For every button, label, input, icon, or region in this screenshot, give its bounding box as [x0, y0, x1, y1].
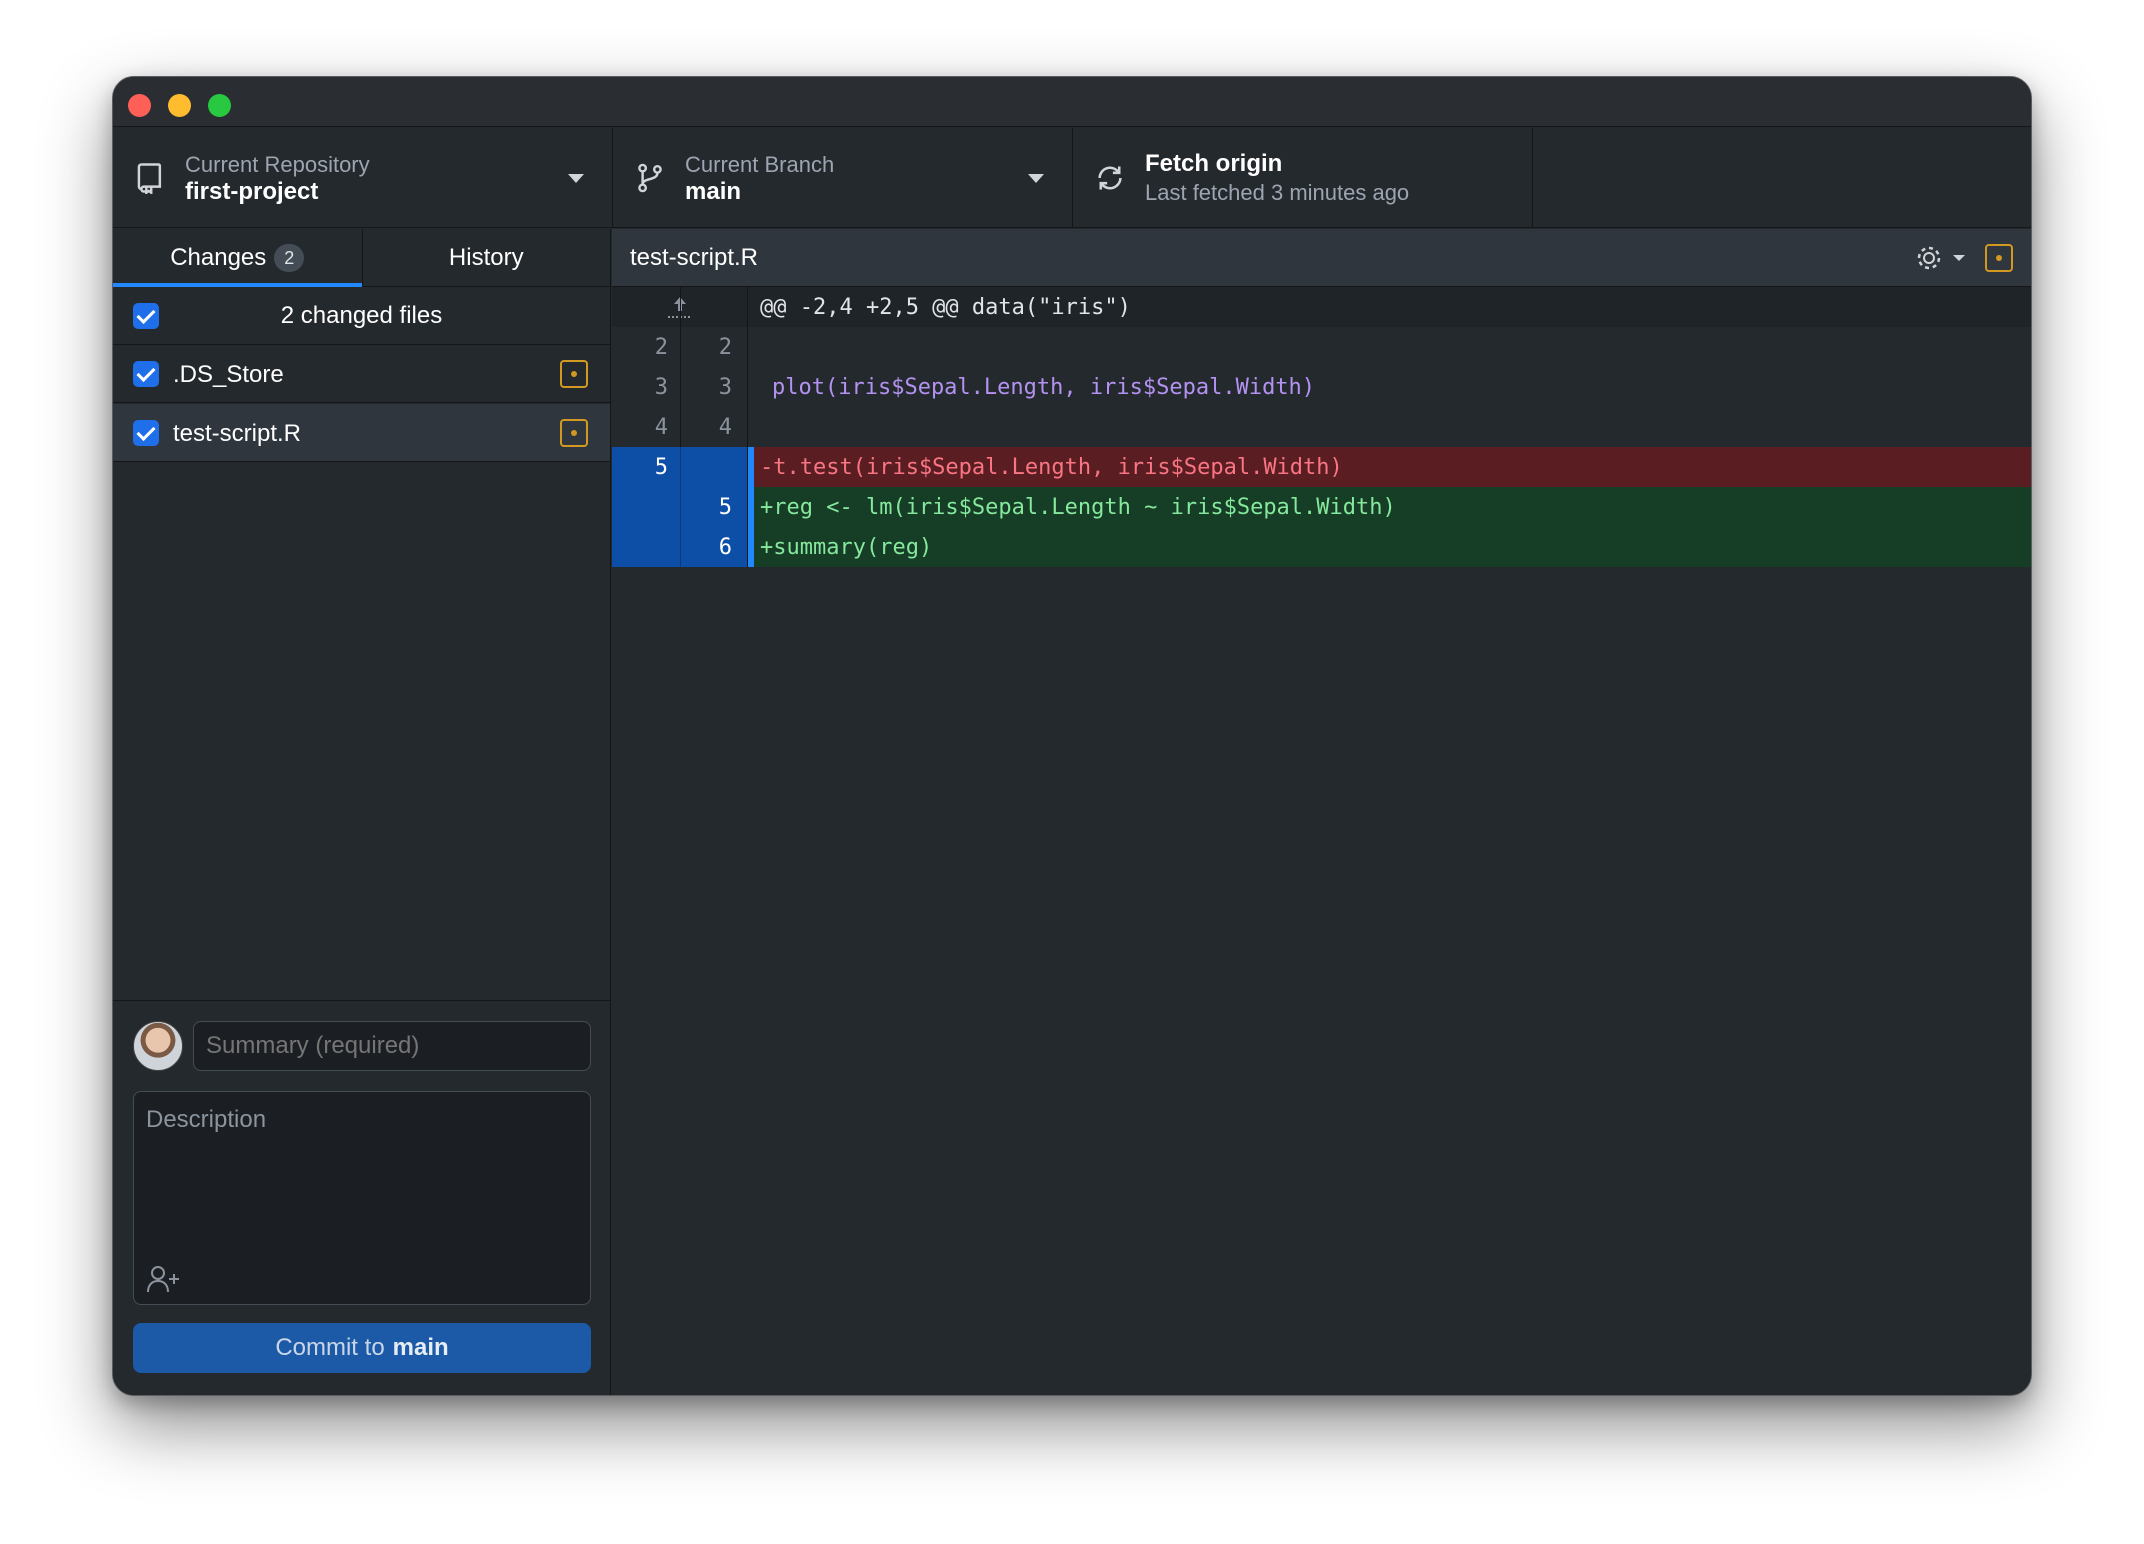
commit-summary-input[interactable]	[193, 1021, 591, 1071]
select-all-checkbox[interactable]	[133, 303, 159, 329]
diff-line-context[interactable]: 4 4	[612, 407, 2031, 447]
line-gutter: 5	[612, 447, 748, 487]
diff-line-addition[interactable]: 6 +summary(reg)	[612, 527, 2031, 567]
title-bar	[113, 77, 2031, 127]
file-checkbox[interactable]	[133, 420, 159, 446]
line-text: +summary(reg)	[748, 527, 2031, 567]
diff-line-context[interactable]: 3 3 plot(iris$Sepal.Length, iris$Sepal.W…	[612, 367, 2031, 407]
file-list-item[interactable]: .DS_Store	[113, 345, 610, 403]
add-coauthor-icon[interactable]	[146, 1264, 182, 1294]
file-modified-icon	[1985, 244, 2013, 272]
changed-files-count: 2 changed files	[280, 301, 443, 329]
sync-icon	[1098, 166, 1122, 190]
commit-button-prefix: Commit to	[275, 1334, 385, 1361]
fetch-origin-button[interactable]: Fetch origin Last fetched 3 minutes ago	[1073, 128, 1533, 227]
tab-changes-label: Changes	[170, 243, 267, 271]
file-name: .DS_Store	[173, 361, 284, 388]
sidebar: Changes 2 History 2 changed files .DS_St…	[113, 229, 611, 1395]
line-text	[748, 327, 2031, 367]
tab-history[interactable]: History	[361, 229, 611, 286]
line-gutter: 6	[612, 527, 748, 567]
file-modified-icon	[560, 360, 588, 388]
branch-label: Current Branch	[685, 152, 835, 177]
file-checkbox[interactable]	[133, 361, 159, 387]
new-line-number: 6	[718, 535, 732, 560]
avatar	[133, 1021, 183, 1071]
chevron-down-icon	[568, 174, 584, 183]
old-line-number: 3	[654, 375, 668, 400]
new-line-number: 3	[718, 375, 732, 400]
new-line-number: 4	[718, 415, 732, 440]
line-selection-bar	[748, 527, 754, 567]
toolbar: Current Repository first-project Current…	[113, 128, 2031, 228]
new-line-number: 5	[718, 495, 732, 520]
file-list-item[interactable]: test-script.R	[113, 404, 610, 462]
line-text: +reg <- lm(iris$Sepal.Length ~ iris$Sepa…	[748, 487, 2031, 527]
old-line-number: 5	[654, 455, 668, 480]
repository-name: first-project	[185, 178, 319, 205]
description-placeholder: Description	[146, 1106, 267, 1133]
old-line-number: 2	[654, 335, 668, 360]
tab-history-label: History	[448, 243, 524, 271]
branch-icon	[638, 163, 662, 193]
line-gutter: 5	[612, 487, 748, 527]
line-selection-bar	[748, 447, 754, 487]
line-text	[748, 407, 2031, 447]
repository-label: Current Repository	[185, 152, 370, 177]
diff-line-addition[interactable]: 5 +reg <- lm(iris$Sepal.Length ~ iris$Se…	[612, 487, 2031, 527]
old-line-number: 4	[654, 415, 668, 440]
current-branch-button[interactable]: Current Branch main	[613, 128, 1073, 227]
commit-button[interactable]: Commit to main	[133, 1323, 591, 1373]
file-name: test-script.R	[173, 420, 302, 447]
file-modified-icon	[560, 419, 588, 447]
app-window: Current Repository first-project Current…	[112, 76, 2032, 1396]
maximize-window-button[interactable]	[208, 94, 231, 117]
diff-file-name: test-script.R	[630, 244, 759, 271]
diff-header: test-script.R	[612, 229, 2031, 287]
line-selection-bar	[748, 487, 754, 527]
diff-line-context[interactable]: 2 2	[612, 327, 2031, 367]
new-line-number: 2	[718, 335, 732, 360]
changes-count-badge: 2	[274, 243, 305, 272]
repo-icon	[137, 163, 162, 194]
commit-panel: Description Commit to main	[113, 1000, 610, 1395]
commit-description-field[interactable]: Description	[133, 1091, 591, 1305]
diff-line-deletion[interactable]: 5 -t.test(iris$Sepal.Length, iris$Sepal.…	[612, 447, 2031, 487]
minimize-window-button[interactable]	[168, 94, 191, 117]
sidebar-tabs: Changes 2 History	[113, 229, 610, 287]
fetch-title: Fetch origin	[1145, 150, 1283, 177]
tab-changes[interactable]: Changes 2	[113, 229, 362, 287]
hunk-header-text: @@ -2,4 +2,5 @@ data("iris")	[748, 287, 2031, 327]
hunk-header-row: @@ -2,4 +2,5 @@ data("iris")	[612, 287, 2031, 327]
branch-name: main	[685, 178, 742, 205]
diff-view: test-script.R @@ -2,4 +2,5 @@ data("iris…	[612, 229, 2031, 1395]
close-window-button[interactable]	[128, 94, 151, 117]
commit-button-branch: main	[392, 1334, 449, 1361]
diff-code: @@ -2,4 +2,5 @@ data("iris") 2 2 3 3 plo…	[612, 287, 2031, 567]
hunk-gutter	[612, 287, 748, 327]
line-text: plot(iris$Sepal.Length, iris$Sepal.Width…	[772, 375, 1316, 400]
gear-icon[interactable]	[1915, 243, 1973, 273]
changed-files-header: 2 changed files	[113, 287, 610, 345]
line-text: -t.test(iris$Sepal.Length, iris$Sepal.Wi…	[748, 447, 2031, 487]
current-repository-button[interactable]: Current Repository first-project	[113, 128, 613, 227]
chevron-down-icon	[1028, 174, 1044, 183]
expand-up-icon[interactable]	[664, 295, 696, 319]
line-gutter: 2 2	[612, 327, 748, 367]
fetch-status: Last fetched 3 minutes ago	[1145, 180, 1410, 205]
line-gutter: 3 3	[612, 367, 748, 407]
line-gutter: 4 4	[612, 407, 748, 447]
